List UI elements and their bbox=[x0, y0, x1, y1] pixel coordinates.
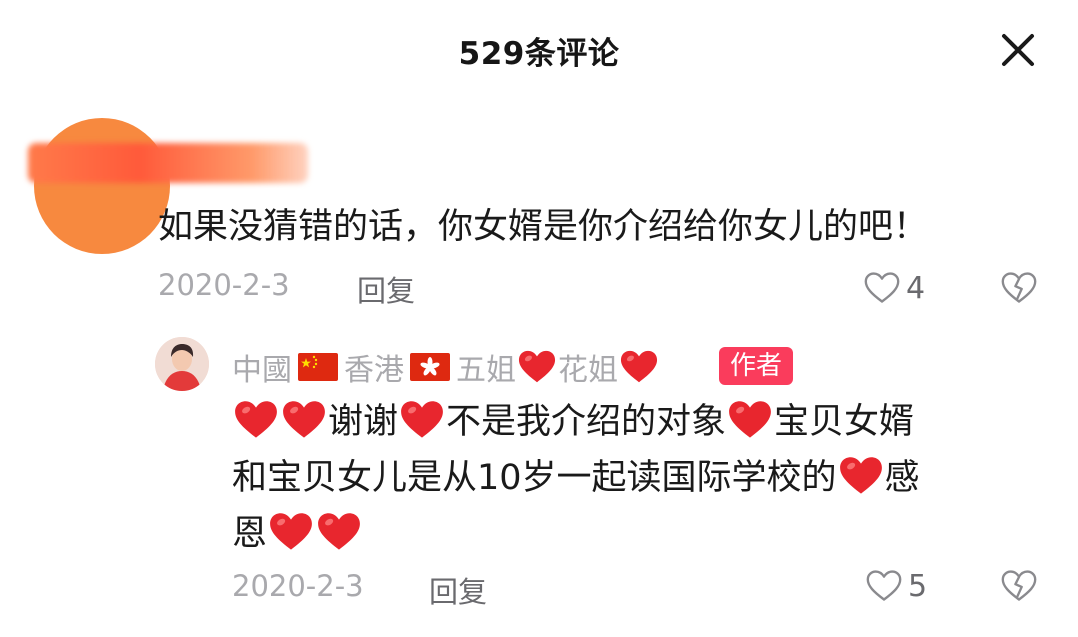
heart-outline-icon bbox=[864, 270, 900, 306]
comment-date: 2020-2-3 bbox=[158, 268, 290, 302]
reply-text-thanks: 谢谢 bbox=[328, 402, 399, 442]
hongkong-flag-icon bbox=[410, 353, 450, 381]
reply-date: 2020-2-3 bbox=[232, 569, 364, 603]
page-title: 529条评论 bbox=[458, 36, 620, 72]
red-heart-icon bbox=[234, 399, 278, 441]
heart-outline-icon bbox=[866, 568, 902, 604]
reply-username[interactable]: 中國 香港 五姐 花姐 bbox=[232, 345, 660, 389]
dislike-icon[interactable] bbox=[1001, 568, 1037, 604]
comment-text: 如果没猜错的话，你女婿是你介绍给你女儿的吧！ bbox=[158, 207, 929, 247]
red-heart-icon bbox=[518, 349, 556, 385]
red-heart-icon bbox=[269, 511, 313, 553]
reply-text-seg2: 不是我介绍的对象 bbox=[446, 402, 727, 442]
china-flag-icon bbox=[298, 353, 338, 381]
reply-text-line2: 和宝贝女儿是从10岁一起读国际学校的 bbox=[232, 458, 837, 498]
close-icon[interactable] bbox=[998, 30, 1038, 70]
like-count: 4 bbox=[906, 270, 926, 306]
red-heart-icon bbox=[400, 399, 444, 441]
reply-like-count: 5 bbox=[908, 568, 928, 604]
like-button[interactable]: 4 bbox=[864, 270, 925, 306]
reply-avatar[interactable] bbox=[155, 337, 209, 391]
name-part-hongkong: 香港 bbox=[344, 353, 404, 388]
red-heart-icon bbox=[282, 399, 326, 441]
author-badge: 作者 bbox=[719, 347, 793, 385]
reply-like-button[interactable]: 5 bbox=[866, 568, 927, 604]
red-heart-icon bbox=[728, 399, 772, 441]
reply-reply-button[interactable]: 回复 bbox=[429, 569, 487, 611]
avatar[interactable] bbox=[34, 118, 170, 254]
red-heart-icon bbox=[620, 349, 658, 385]
reply-text-seg3: 宝贝女婿 bbox=[774, 402, 915, 442]
dislike-icon[interactable] bbox=[1001, 270, 1037, 306]
redacted-username bbox=[28, 143, 308, 183]
reply-text-line3: 恩 bbox=[232, 514, 268, 554]
name-part-huajie: 花姐 bbox=[558, 353, 618, 388]
red-heart-icon bbox=[317, 511, 361, 553]
reply-text: 谢谢 不是我介绍的对象 宝贝女婿 和宝贝女儿是从10岁一起读国际学校的 感 恩 bbox=[232, 394, 1012, 562]
reply-button[interactable]: 回复 bbox=[357, 268, 415, 310]
reply-text-seg5: 感 bbox=[884, 458, 920, 498]
name-part-china: 中國 bbox=[232, 353, 292, 388]
red-heart-icon bbox=[839, 455, 883, 497]
name-part-wujie: 五姐 bbox=[456, 353, 516, 388]
